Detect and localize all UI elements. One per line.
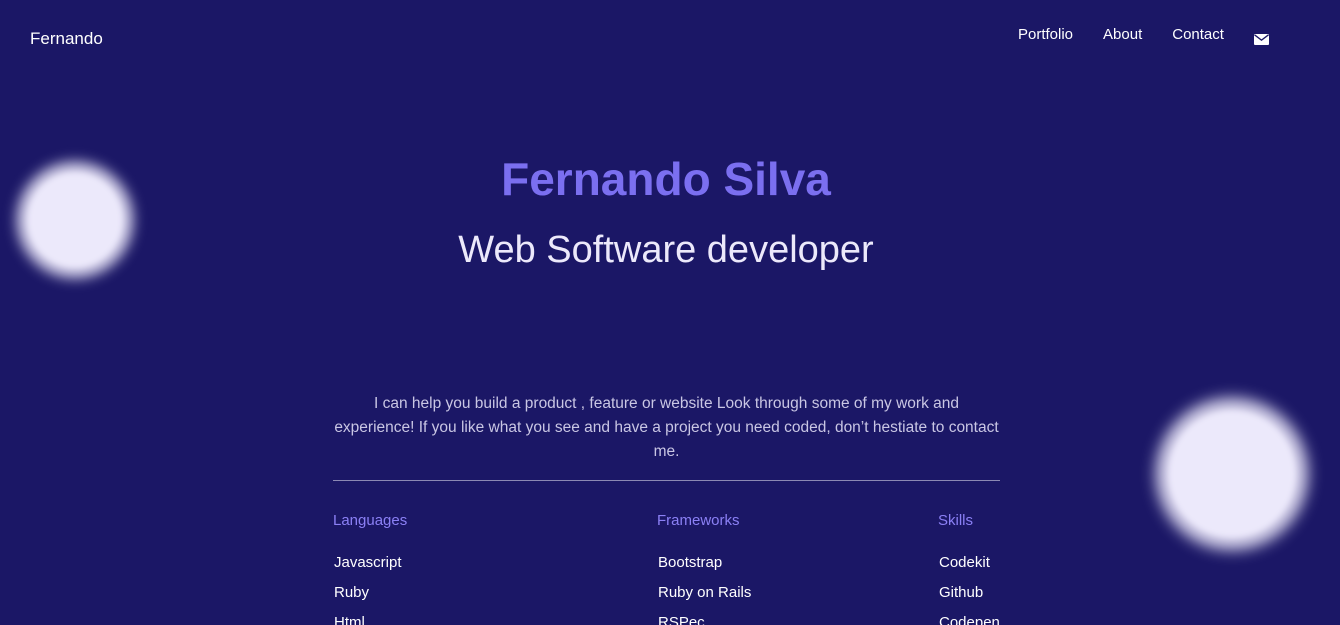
nav-about-link[interactable]: About xyxy=(1103,24,1142,46)
envelope-icon[interactable] xyxy=(1253,30,1269,45)
list-item: Github xyxy=(939,584,984,601)
decorative-orb-right xyxy=(1168,410,1296,538)
list-item: Javascript xyxy=(334,554,402,571)
list-item: Ruby xyxy=(334,584,370,601)
languages-heading: Languages xyxy=(333,512,408,529)
frameworks-list: Bootstrap Ruby on Rails RSPec xyxy=(657,552,751,625)
envelope-icon-graphic xyxy=(1253,33,1269,45)
languages-column: Languages Javascript Ruby Html xyxy=(333,510,407,625)
skills-column: Skills Codekit Github Codepen xyxy=(938,510,1000,625)
list-item: Html xyxy=(334,614,365,625)
nav-portfolio-link[interactable]: Portfolio xyxy=(1018,24,1073,46)
page: Fernando Portfolio About Contact Fernand… xyxy=(0,0,1340,625)
skills-list: Codekit Github Codepen xyxy=(938,552,1000,625)
hero-role: Web Software developer xyxy=(458,229,874,271)
brand-link[interactable]: Fernando xyxy=(30,28,103,50)
frameworks-heading: Frameworks xyxy=(657,512,740,529)
list-item: Codekit xyxy=(939,554,990,571)
list-item: Ruby on Rails xyxy=(658,584,752,601)
list-item: RSPec xyxy=(658,614,705,625)
frameworks-column: Frameworks Bootstrap Ruby on Rails RSPec xyxy=(657,510,751,625)
languages-list: Javascript Ruby Html xyxy=(333,552,407,625)
nav-contact-link[interactable]: Contact xyxy=(1172,24,1224,46)
list-item: Bootstrap xyxy=(658,554,723,571)
main-nav: Portfolio About Contact xyxy=(1018,24,1299,46)
hero-name: Fernando Silva xyxy=(501,153,831,205)
skills-heading: Skills xyxy=(938,512,974,529)
intro-text: I can help you build a product , feature… xyxy=(334,395,999,460)
list-item: Codepen xyxy=(939,614,1000,625)
divider xyxy=(333,480,1000,481)
